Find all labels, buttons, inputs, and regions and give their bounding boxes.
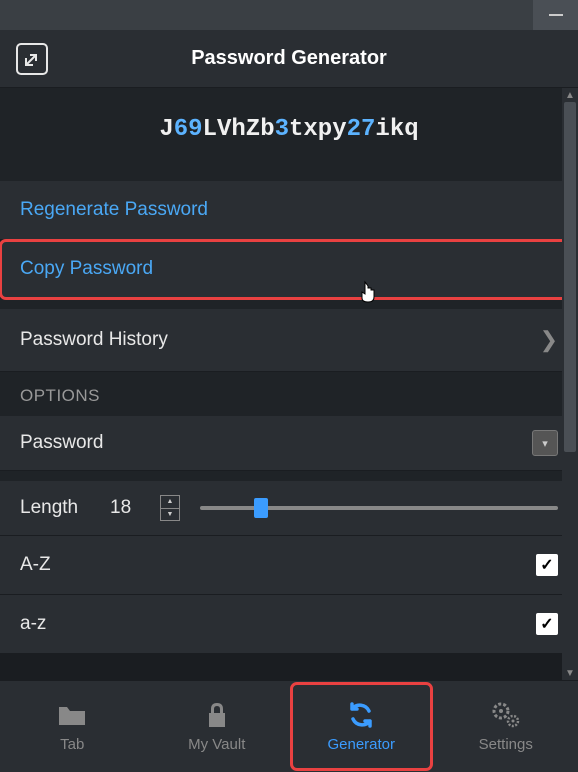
nav-generator-label: Generator (327, 736, 395, 753)
lock-icon (205, 700, 229, 730)
uppercase-row[interactable]: A-Z ✓ (0, 536, 578, 595)
lowercase-row[interactable]: a-z ✓ (0, 595, 578, 654)
nav-vault-label: My Vault (188, 736, 245, 753)
nav-tab-label: Tab (60, 736, 84, 753)
history-label: Password History (20, 329, 168, 351)
scroll-up-icon: ▲ (562, 88, 578, 102)
length-value: 18 (110, 497, 140, 519)
generated-password: J69LVhZb3txpy27ikq (0, 88, 578, 171)
scrollbar[interactable]: ▲ ▼ (562, 88, 578, 680)
password-type-select[interactable]: Password ▾ (0, 416, 578, 471)
lowercase-checkbox[interactable]: ✓ (536, 613, 558, 635)
copy-password-button[interactable]: Copy Password (0, 240, 578, 299)
slider-thumb[interactable] (254, 498, 268, 518)
folder-icon (57, 700, 87, 730)
uppercase-checkbox[interactable]: ✓ (536, 554, 558, 576)
length-label: Length (20, 497, 90, 519)
chevron-down-icon: ▾ (532, 430, 558, 456)
nav-settings[interactable]: Settings (434, 681, 578, 772)
content-scroll: J69LVhZb3txpy27ikq Regenerate Password C… (0, 88, 578, 680)
header: Password Generator (0, 30, 578, 88)
scroll-down-icon: ▼ (562, 666, 578, 680)
nav-tab[interactable]: Tab (0, 681, 145, 772)
nav-settings-label: Settings (479, 736, 533, 753)
lowercase-label: a-z (20, 613, 46, 635)
nav-vault[interactable]: My Vault (145, 681, 290, 772)
regenerate-button[interactable]: Regenerate Password (0, 181, 578, 240)
length-stepper[interactable]: ▲ ▼ (160, 495, 180, 521)
page-title: Password Generator (16, 47, 562, 70)
nav-generator[interactable]: Generator (289, 681, 434, 772)
uppercase-label: A-Z (20, 554, 51, 576)
length-slider[interactable] (200, 506, 558, 510)
window-titlebar (0, 0, 578, 30)
stepper-up-icon: ▲ (161, 496, 179, 509)
refresh-icon (347, 700, 375, 730)
password-history-button[interactable]: Password History ❯ (0, 309, 578, 372)
stepper-down-icon: ▼ (161, 509, 179, 521)
scrollbar-thumb[interactable] (564, 102, 576, 452)
type-selected-value: Password (20, 432, 532, 454)
options-section-label: OPTIONS (0, 372, 578, 416)
gears-icon (491, 700, 521, 730)
chevron-right-icon: ❯ (540, 327, 558, 353)
length-row: Length 18 ▲ ▼ (0, 481, 578, 536)
window-minimize-button[interactable] (533, 0, 578, 30)
bottom-nav: Tab My Vault Generator Settings (0, 680, 578, 772)
